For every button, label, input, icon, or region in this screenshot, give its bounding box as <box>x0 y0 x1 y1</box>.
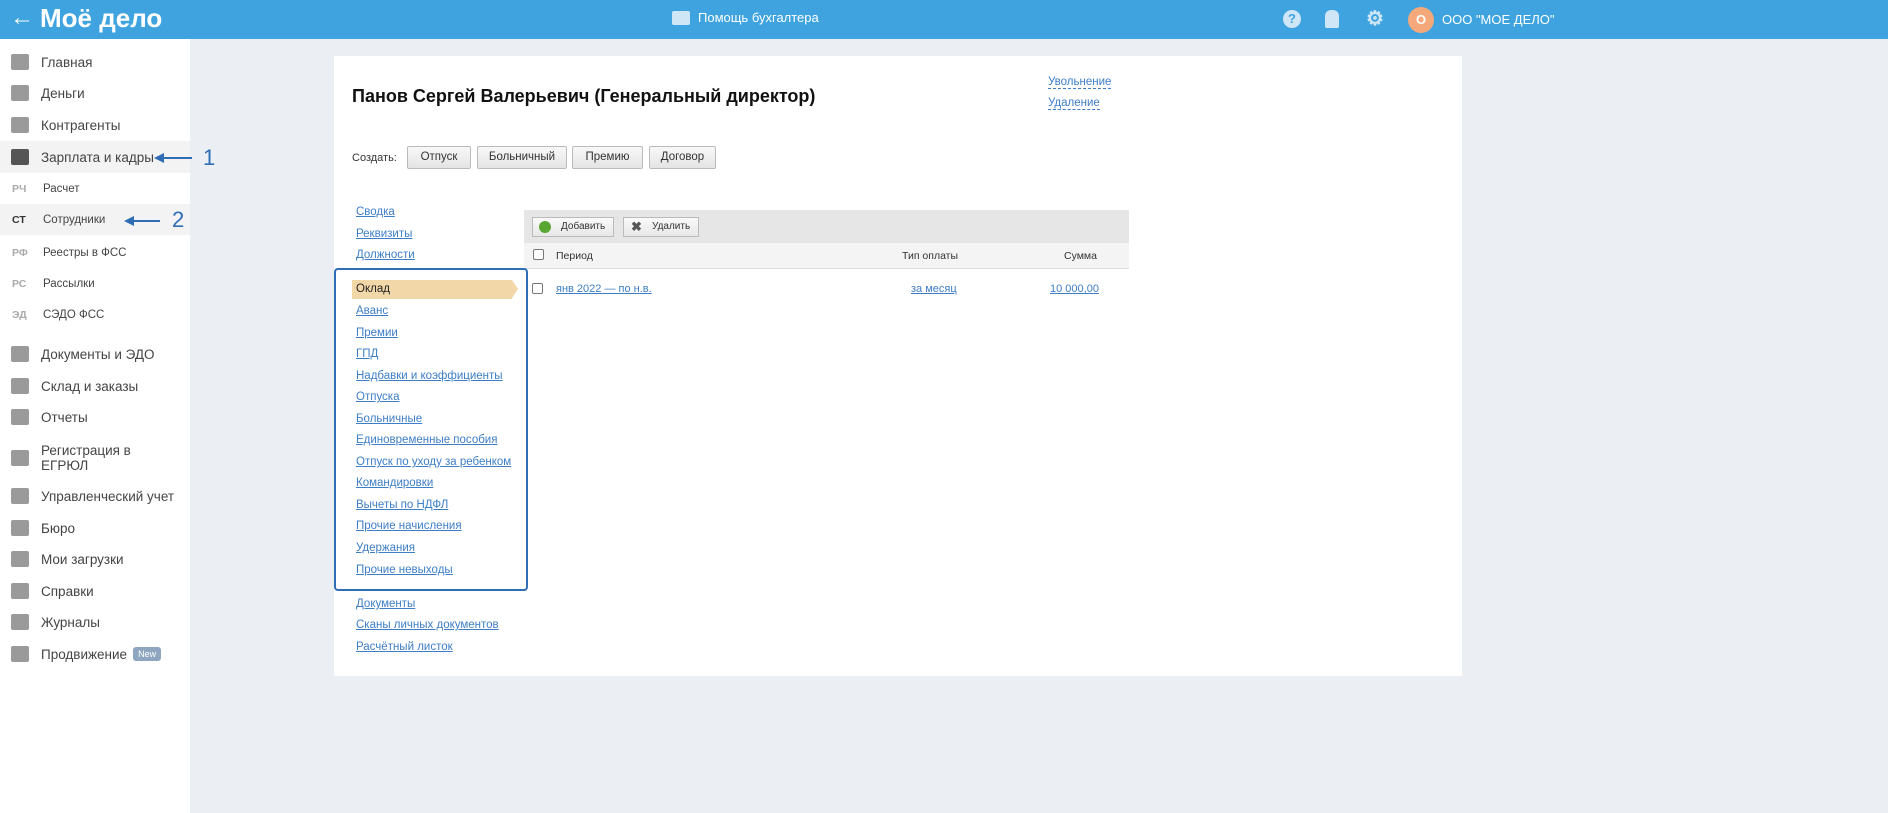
chart-icon <box>11 646 29 662</box>
home-icon <box>11 54 29 70</box>
create-bonus-button[interactable]: Премию <box>572 146 643 169</box>
briefcase-icon <box>11 520 29 536</box>
table-toolbar: Добавить ✖ Удалить <box>524 210 1129 243</box>
gear-icon[interactable]: ⚙ <box>1366 9 1384 29</box>
sidebar-item-warehouse[interactable]: Склад и заказы <box>0 375 190 397</box>
sum-link[interactable]: 10 000,00 <box>1050 283 1099 295</box>
back-arrow-icon[interactable]: ← <box>10 4 34 32</box>
document-icon <box>11 583 29 599</box>
sidebar-item-money[interactable]: Деньги <box>0 82 190 104</box>
nav-documents[interactable]: Документы <box>356 598 415 610</box>
ruble-icon <box>11 488 29 504</box>
create-sick-leave-button[interactable]: Больничный <box>477 146 567 169</box>
delete-link[interactable]: Удаление <box>1048 97 1100 110</box>
table-header: Период Тип оплаты Сумма <box>524 243 1129 269</box>
warehouse-icon <box>11 378 29 394</box>
period-link[interactable]: янв 2022 — по н.в. <box>556 283 652 295</box>
sidebar-sub-mailings[interactable]: РС Рассылки <box>0 268 190 299</box>
annotation-arrow-1 <box>154 153 192 163</box>
sidebar-item-downloads[interactable]: Мои загрузки <box>0 548 190 570</box>
org-name[interactable]: ООО "МОЕ ДЕЛО" <box>1442 12 1555 27</box>
nav-summary[interactable]: Сводка <box>356 206 395 218</box>
x-icon: ✖ <box>631 219 642 234</box>
sidebar-item-egrul[interactable]: Регистрация в ЕГРЮЛ <box>0 439 190 477</box>
annotation-arrow-2 <box>124 216 160 226</box>
highlight-box <box>334 268 528 591</box>
money-icon <box>11 85 29 101</box>
person-icon <box>11 117 29 133</box>
folder-icon <box>11 346 29 362</box>
add-button[interactable]: Добавить <box>532 217 614 237</box>
plus-circle-icon <box>539 221 551 233</box>
help-icon[interactable]: ? <box>1283 10 1301 28</box>
nav-scans[interactable]: Сканы личных документов <box>356 619 499 631</box>
page-title: Панов Сергей Валерьевич (Генеральный дир… <box>352 86 816 106</box>
create-contract-button[interactable]: Договор <box>649 146 716 169</box>
col-sum[interactable]: Сумма <box>1064 250 1097 262</box>
sidebar-item-contractors[interactable]: Контрагенты <box>0 114 190 136</box>
briefcase-icon <box>672 10 690 25</box>
wallet-icon <box>11 149 29 165</box>
sidebar-sub-sedo[interactable]: ЭД СЭДО ФСС <box>0 299 190 330</box>
sidebar-sub-fss-registers[interactable]: РФ Реестры в ФСС <box>0 237 190 268</box>
bell-icon[interactable] <box>1325 10 1339 28</box>
delete-button[interactable]: ✖ Удалить <box>623 217 699 237</box>
col-period[interactable]: Период <box>556 250 593 262</box>
sidebar-item-home[interactable]: Главная <box>0 51 190 73</box>
logo[interactable]: Моё дело <box>40 3 162 34</box>
payment-type-link[interactable]: за месяц <box>911 283 957 295</box>
dismiss-link[interactable]: Увольнение <box>1048 76 1112 89</box>
select-all-checkbox[interactable] <box>533 249 544 260</box>
book-icon <box>11 614 29 630</box>
nav-positions[interactable]: Должности <box>356 249 415 261</box>
report-icon <box>11 409 29 425</box>
sidebar-item-references[interactable]: Справки <box>0 580 190 602</box>
sidebar-item-management[interactable]: Управленческий учет <box>0 485 190 507</box>
avatar[interactable]: О <box>1408 7 1434 33</box>
annotation-2: 2 <box>172 207 185 232</box>
registration-icon <box>11 450 29 466</box>
sidebar-item-reports[interactable]: Отчеты <box>0 406 190 428</box>
folder-icon <box>11 551 29 567</box>
sidebar-item-docs[interactable]: Документы и ЭДО <box>0 343 190 365</box>
help-accountant-link[interactable]: Помощь бухгалтера <box>672 10 819 25</box>
nav-requisites[interactable]: Реквизиты <box>356 228 412 240</box>
create-label: Создать: <box>352 152 397 164</box>
sidebar-item-journals[interactable]: Журналы <box>0 611 190 633</box>
sidebar-item-bureau[interactable]: Бюро <box>0 517 190 539</box>
sidebar-sub-calc[interactable]: РЧ Расчет <box>0 173 190 204</box>
nav-payslip[interactable]: Расчётный листок <box>356 641 453 653</box>
sidebar-sub-employees[interactable]: СТ Сотрудники <box>0 204 190 235</box>
top-bar: ← Моё дело Помощь бухгалтера ? ⚙ О ООО "… <box>0 0 1888 39</box>
sidebar-item-promotion[interactable]: Продвижение New <box>0 643 190 665</box>
annotation-1: 1 <box>203 145 216 170</box>
row-checkbox[interactable] <box>532 283 543 294</box>
new-badge: New <box>133 647 162 661</box>
col-payment-type[interactable]: Тип оплаты <box>902 250 958 262</box>
create-vacation-button[interactable]: Отпуск <box>407 146 471 169</box>
